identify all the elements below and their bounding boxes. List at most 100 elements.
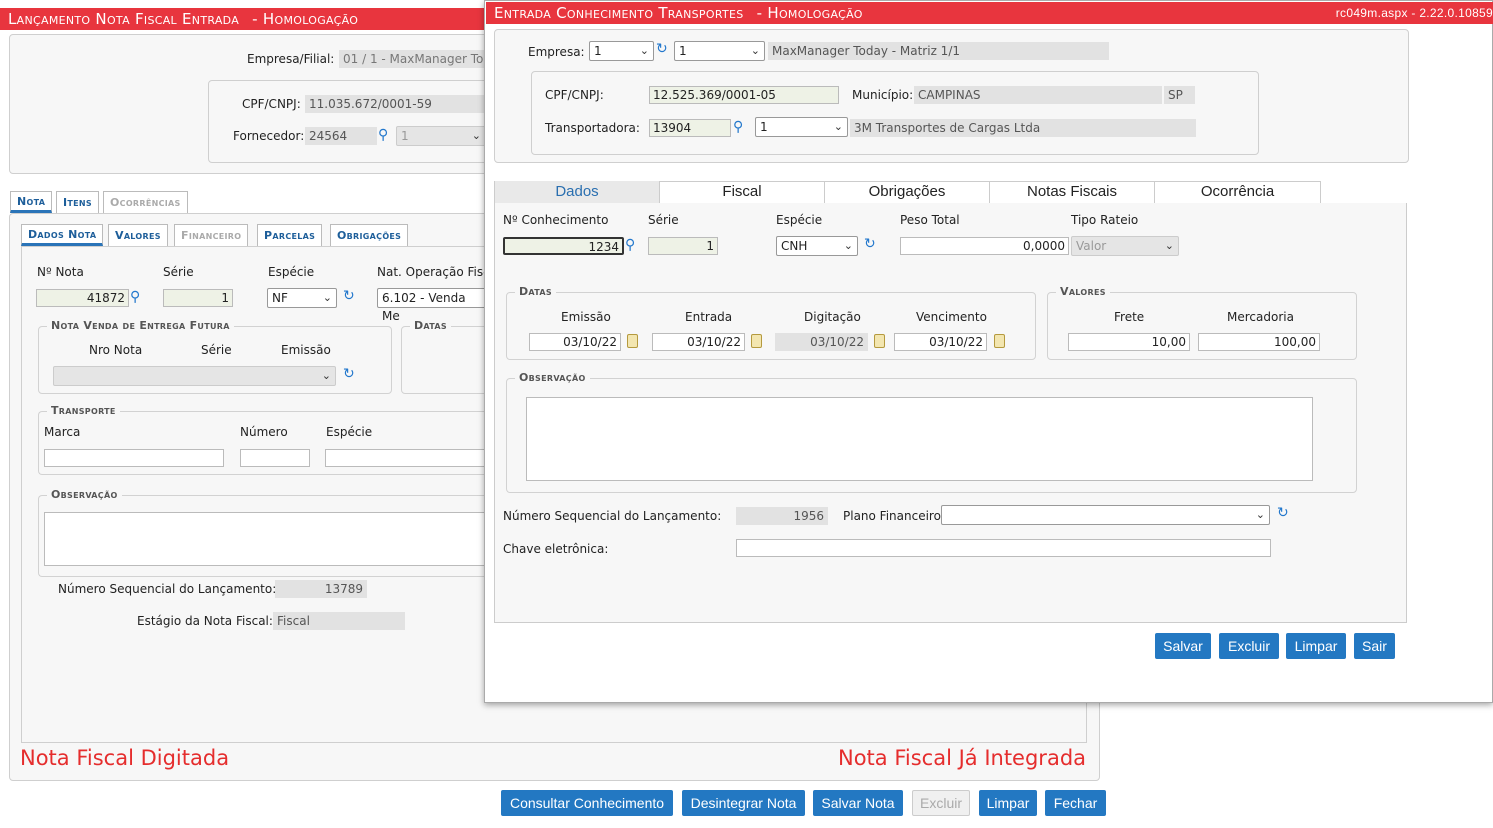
- emissao-label: Emissão: [561, 310, 611, 324]
- serie-field[interactable]: 1: [163, 289, 233, 307]
- emissao-field[interactable]: 03/10/22: [529, 333, 621, 351]
- modal-env: - Homologação: [756, 4, 863, 22]
- fechar-button[interactable]: Fechar: [1045, 790, 1106, 816]
- fornecedor-label: Fornecedor:: [233, 129, 305, 143]
- transp-label: Transportadora:: [545, 121, 640, 135]
- modal-tab-fiscal[interactable]: Fiscal: [660, 181, 825, 203]
- emissao-calendar-icon[interactable]: [627, 334, 638, 348]
- venc-calendar-icon[interactable]: [994, 334, 1005, 348]
- modal-empresa-select[interactable]: 1 ⌄: [589, 41, 654, 61]
- modal-tab-ocorrencia[interactable]: Ocorrência: [1155, 181, 1321, 203]
- fornecedor-code-field[interactable]: 24564: [305, 127, 377, 145]
- marca-field[interactable]: [44, 449, 224, 467]
- peso-field[interactable]: 0,0000: [900, 237, 1069, 255]
- fornecedor-search-icon[interactable]: ⚲: [378, 128, 388, 142]
- tab-parcelas[interactable]: Parcelas: [257, 224, 323, 246]
- tab-ocorrencias[interactable]: Ocorrências: [103, 191, 188, 213]
- fornecedor-panel: [208, 80, 489, 163]
- conhec-field[interactable]: 1234: [503, 237, 624, 255]
- digitacao-calendar-icon[interactable]: [874, 334, 885, 348]
- main-obs-textarea[interactable]: [44, 512, 490, 566]
- status-right: Nota Fiscal Já Integrada: [838, 746, 1087, 770]
- modal-especie-select[interactable]: CNH ⌄: [776, 236, 858, 256]
- serie-label: Série: [163, 265, 194, 279]
- chave-field[interactable]: [736, 539, 1271, 557]
- modal-empresa-refresh-icon[interactable]: ↻: [656, 42, 668, 56]
- chave-label: Chave eletrônica:: [503, 542, 609, 556]
- modal-limpar-button[interactable]: Limpar: [1286, 633, 1346, 659]
- modal-title-bar: Entrada Conhecimento Transportes - Homol…: [486, 2, 1493, 24]
- transporte-legend: Transporte: [47, 404, 120, 417]
- rateio-label: Tipo Rateio: [1071, 213, 1139, 227]
- digitacao-field: 03/10/22: [775, 333, 868, 351]
- main-obs-legend: Observação: [47, 488, 122, 501]
- main-seq-label: Número Sequencial do Lançamento:: [58, 582, 277, 596]
- nota-label: Nº Nota: [37, 265, 84, 279]
- tab-nota[interactable]: Nota: [10, 191, 53, 213]
- venda-select[interactable]: ⌄: [53, 366, 336, 386]
- venda-legend: Nota Venda de Entrega Futura: [47, 319, 234, 332]
- entrada-label: Entrada: [685, 310, 733, 324]
- natop-select[interactable]: 6.102 - Venda Me: [377, 288, 487, 323]
- frete-label: Frete: [1114, 310, 1145, 324]
- modal-obs-textarea[interactable]: [526, 397, 1313, 481]
- modal-datas-legend: Datas: [515, 285, 556, 298]
- status-left: Nota Fiscal Digitada: [20, 746, 230, 770]
- modal-serie-field[interactable]: 1: [648, 237, 718, 255]
- modal-tab-dados[interactable]: Dados: [494, 181, 660, 203]
- conhec-search-icon[interactable]: ⚲: [625, 238, 635, 252]
- transp-select[interactable]: 1 ⌄: [755, 117, 848, 137]
- merc-field[interactable]: 100,00: [1198, 333, 1320, 351]
- numero-field[interactable]: [240, 449, 310, 467]
- nota-field[interactable]: 41872: [36, 289, 129, 307]
- venc-field[interactable]: 03/10/22: [894, 333, 987, 351]
- entrada-calendar-icon[interactable]: [751, 334, 762, 348]
- tab-dados-nota[interactable]: Dados Nota: [21, 224, 104, 246]
- tab-valores[interactable]: Valores: [108, 224, 168, 246]
- transp-search-icon[interactable]: ⚲: [733, 120, 743, 134]
- modal-especie-refresh-icon[interactable]: ↻: [864, 237, 876, 251]
- salvar-nota-button[interactable]: Salvar Nota: [813, 790, 903, 816]
- especie-select[interactable]: NF ⌄: [267, 288, 337, 308]
- venda-refresh-icon[interactable]: ↻: [343, 367, 355, 381]
- limpar-button[interactable]: Limpar: [979, 790, 1037, 816]
- main-seq-field: 13789: [275, 580, 367, 598]
- modal-excluir-button[interactable]: Excluir: [1219, 633, 1279, 659]
- main-datas-legend: Datas: [410, 319, 451, 332]
- plano-refresh-icon[interactable]: ↻: [1277, 506, 1289, 520]
- tab-itens[interactable]: Itens: [56, 191, 99, 213]
- empresa-filial-label: Empresa/Filial:: [247, 52, 335, 66]
- modal-tab-obrigacoes[interactable]: Obrigações: [825, 181, 990, 203]
- modal-seq-label: Número Sequencial do Lançamento:: [503, 509, 722, 523]
- consultar-conhecimento-button[interactable]: Consultar Conhecimento: [501, 790, 673, 816]
- rateio-select[interactable]: Valor ⌄: [1071, 236, 1179, 256]
- modal-empresa-name: MaxManager Today - Matriz 1/1: [768, 42, 1109, 60]
- frete-field[interactable]: 10,00: [1068, 333, 1190, 351]
- modal-tab-notas-fiscais[interactable]: Notas Fiscais: [990, 181, 1155, 203]
- modal-cpf-field: 12.525.369/0001-05: [649, 86, 839, 104]
- especie-label: Espécie: [268, 265, 315, 279]
- modal-cpf-label: CPF/CNPJ:: [545, 88, 604, 102]
- tab-obrigacoes[interactable]: Obrigações: [330, 224, 409, 246]
- uf-field: SP: [1164, 86, 1195, 104]
- excluir-nota-button[interactable]: Excluir: [912, 790, 970, 816]
- marca-label: Marca: [44, 425, 81, 439]
- fornecedor-select[interactable]: 1 ⌄: [396, 126, 486, 146]
- transp-name: 3M Transportes de Cargas Ltda: [850, 119, 1196, 137]
- modal-filial-select[interactable]: 1 ⌄: [674, 41, 765, 61]
- entrada-field[interactable]: 03/10/22: [652, 333, 745, 351]
- main-datas-fieldset: Datas: [401, 319, 491, 394]
- peso-label: Peso Total: [900, 213, 960, 227]
- modal-sair-button[interactable]: Sair: [1354, 633, 1395, 659]
- desintegrar-nota-button[interactable]: Desintegrar Nota: [682, 790, 805, 816]
- transp-code-field[interactable]: 13904: [649, 119, 731, 137]
- especie-refresh-icon[interactable]: ↻: [343, 289, 355, 303]
- tab-financeiro[interactable]: Financeiro: [174, 224, 249, 246]
- trans-especie-field[interactable]: [325, 449, 490, 467]
- natop-label: Nat. Operação Fisc: [377, 265, 490, 279]
- main-cpf-label: CPF/CNPJ:: [242, 97, 301, 111]
- nota-search-icon[interactable]: ⚲: [130, 290, 140, 304]
- modal-salvar-button[interactable]: Salvar: [1155, 633, 1211, 659]
- plano-select[interactable]: ⌄: [941, 505, 1270, 525]
- modal-title: Entrada Conhecimento Transportes: [494, 4, 744, 22]
